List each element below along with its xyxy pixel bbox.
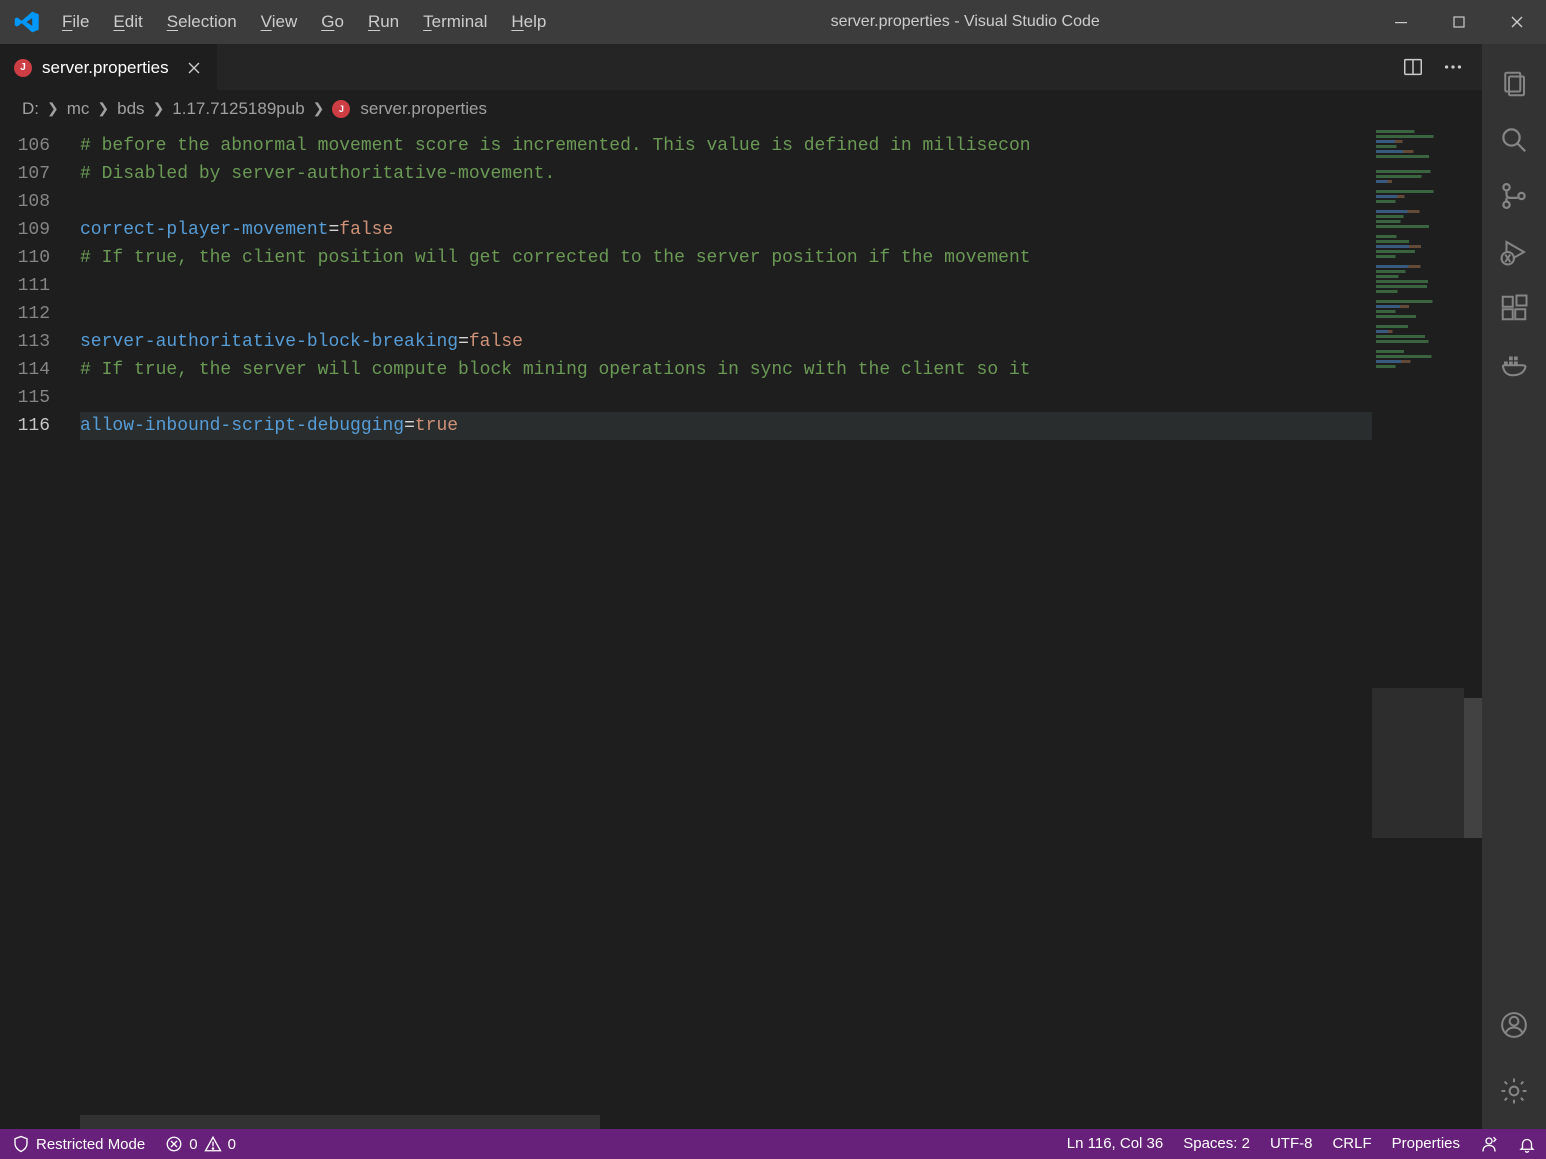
properties-file-icon: J [14, 59, 32, 77]
chevron-right-icon: ❯ [311, 100, 327, 117]
window-title: server.properties - Visual Studio Code [558, 13, 1372, 31]
chevron-right-icon: ❯ [95, 100, 111, 117]
activity-bar [1482, 44, 1546, 1129]
menu-run[interactable]: Run [356, 0, 411, 44]
horizontal-scrollbar-thumb[interactable] [80, 1115, 600, 1129]
menu-file[interactable]: File [50, 0, 101, 44]
docker-icon[interactable] [1482, 336, 1546, 392]
status-eol[interactable]: CRLF [1322, 1135, 1381, 1152]
breadcrumb[interactable]: D: ❯ mc ❯ bds ❯ 1.17.7125189pub ❯ J serv… [0, 90, 1482, 128]
chevron-right-icon: ❯ [151, 100, 167, 117]
breadcrumb-segment[interactable]: bds [117, 99, 144, 119]
run-debug-icon[interactable] [1482, 224, 1546, 280]
code-content[interactable]: # before the abnormal movement score is … [80, 128, 1372, 1129]
breadcrumb-segment[interactable]: D: [22, 99, 39, 119]
window-controls [1372, 0, 1546, 44]
status-restricted-mode[interactable]: Restricted Mode [0, 1129, 155, 1159]
tab-bar: J server.properties [0, 44, 1482, 90]
breadcrumb-segment[interactable]: server.properties [360, 99, 487, 119]
search-icon[interactable] [1482, 112, 1546, 168]
menu-edit[interactable]: Edit [101, 0, 154, 44]
properties-file-icon: J [332, 100, 350, 118]
split-editor-icon[interactable] [1402, 56, 1424, 78]
maximize-button[interactable] [1430, 0, 1488, 44]
status-problems[interactable]: 0 0 [155, 1129, 246, 1159]
vscode-logo-icon [14, 9, 40, 35]
status-error-count: 0 [189, 1136, 197, 1153]
breadcrumb-segment[interactable]: mc [67, 99, 90, 119]
status-cursor-position[interactable]: Ln 116, Col 36 [1057, 1135, 1173, 1152]
extensions-icon[interactable] [1482, 280, 1546, 336]
menu-selection[interactable]: Selection [155, 0, 249, 44]
minimize-button[interactable] [1372, 0, 1430, 44]
menu-go[interactable]: Go [309, 0, 356, 44]
status-warning-count: 0 [228, 1136, 236, 1153]
breadcrumb-segment[interactable]: 1.17.7125189pub [172, 99, 304, 119]
more-actions-icon[interactable] [1442, 56, 1464, 78]
tab-close-button[interactable] [185, 59, 203, 77]
minimap[interactable] [1372, 128, 1464, 1129]
status-language-mode[interactable]: Properties [1382, 1135, 1470, 1152]
vertical-scrollbar[interactable] [1464, 128, 1482, 1129]
source-control-icon[interactable] [1482, 168, 1546, 224]
menu-terminal[interactable]: Terminal [411, 0, 499, 44]
settings-gear-icon[interactable] [1482, 1063, 1546, 1119]
status-notifications-icon[interactable] [1508, 1135, 1546, 1153]
status-restricted-label: Restricted Mode [36, 1136, 145, 1153]
title-bar: File Edit Selection View Go Run Terminal… [0, 0, 1546, 44]
close-button[interactable] [1488, 0, 1546, 44]
status-bar: Restricted Mode 0 0 Ln 116, Col 36 Space… [0, 1129, 1546, 1159]
line-number-gutter: 106107108109110111112113114115116 [0, 128, 80, 1129]
menu-bar: File Edit Selection View Go Run Terminal… [50, 0, 558, 44]
editor[interactable]: 106107108109110111112113114115116 # befo… [0, 128, 1482, 1129]
status-indentation[interactable]: Spaces: 2 [1173, 1135, 1260, 1152]
status-feedback-icon[interactable] [1470, 1135, 1508, 1153]
chevron-right-icon: ❯ [45, 100, 61, 117]
accounts-icon[interactable] [1482, 997, 1546, 1053]
explorer-icon[interactable] [1482, 56, 1546, 112]
menu-view[interactable]: View [249, 0, 310, 44]
scrollbar-thumb[interactable] [1464, 698, 1482, 838]
status-encoding[interactable]: UTF-8 [1260, 1135, 1323, 1152]
menu-help[interactable]: Help [499, 0, 558, 44]
tab-server-properties[interactable]: J server.properties [0, 44, 217, 90]
minimap-slider[interactable] [1372, 688, 1464, 838]
tab-label: server.properties [42, 58, 169, 78]
